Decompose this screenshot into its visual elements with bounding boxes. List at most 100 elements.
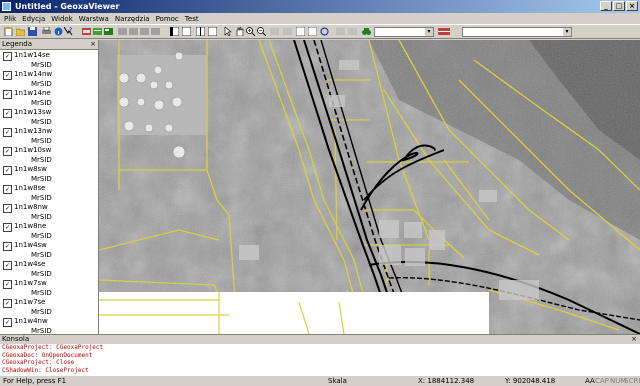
window4-icon[interactable] xyxy=(208,27,217,36)
layer-name: 1n1w14nw xyxy=(14,70,53,78)
open-icon[interactable] xyxy=(16,27,25,36)
layer-checkbox[interactable]: ✓ xyxy=(3,280,12,289)
legend-item[interactable]: ✓ 1n1w8ne MrSID xyxy=(3,222,93,242)
menu-help[interactable]: Pomoc xyxy=(156,15,179,23)
legend-close-icon[interactable]: × xyxy=(90,40,96,49)
help-icon[interactable]: ? xyxy=(64,27,73,36)
layer-type: MrSID xyxy=(31,61,52,69)
maximize-button[interactable]: □ xyxy=(613,1,625,11)
layer-type: MrSID xyxy=(31,213,52,221)
layer-type: MrSID xyxy=(31,251,52,259)
legend-item[interactable]: ✓ 1n1w4nw MrSID xyxy=(3,317,93,334)
layer-type: MrSID xyxy=(31,156,52,164)
window3-icon[interactable] xyxy=(196,27,205,36)
layer-name: 1n1w13nw xyxy=(14,127,53,135)
layer-checkbox[interactable]: ✓ xyxy=(3,204,12,213)
menu-test[interactable]: Test xyxy=(185,15,199,23)
menu-tools[interactable]: Narzędzia xyxy=(115,15,150,23)
legend-header: Legenda × xyxy=(0,40,98,50)
legend-item[interactable]: ✓ 1n1w10sw MrSID xyxy=(3,146,93,166)
layer-name: 1n1w14se xyxy=(14,51,50,59)
legend-item[interactable]: ✓ 1n1w14ne MrSID xyxy=(3,89,93,109)
layer-icon[interactable] xyxy=(82,27,91,36)
layer-checkbox[interactable]: ✓ xyxy=(3,185,12,194)
layer-type: MrSID xyxy=(31,99,52,107)
pan-hand-icon[interactable] xyxy=(235,27,244,36)
grid4-icon[interactable] xyxy=(151,27,160,36)
layer-checkbox[interactable]: ✓ xyxy=(3,242,12,251)
legend-item[interactable]: ✓ 1n1w14se MrSID xyxy=(3,51,93,71)
close-button[interactable]: × xyxy=(626,1,638,11)
layer-down-icon[interactable] xyxy=(308,27,317,36)
info-icon[interactable] xyxy=(54,27,63,36)
legend-item[interactable]: ✓ 1n1w8sw MrSID xyxy=(3,165,93,185)
layer-checkbox[interactable]: ✓ xyxy=(3,71,12,80)
layer-type: MrSID xyxy=(31,118,52,126)
layer-combo[interactable]: ▾ xyxy=(462,27,572,37)
map-view[interactable] xyxy=(99,40,640,334)
menu-file[interactable]: Plik xyxy=(4,15,16,23)
legend-item[interactable]: ✓ 1n1w13nw MrSID xyxy=(3,127,93,147)
layer-name: 1n1w7se xyxy=(14,298,46,306)
legend-item[interactable]: ✓ 1n1w7sw MrSID xyxy=(3,279,93,299)
scale-combo[interactable]: ▾ xyxy=(374,27,434,37)
legend-item[interactable]: ✓ 1n1w4se MrSID xyxy=(3,260,93,280)
grid3-icon[interactable] xyxy=(140,27,149,36)
zoom-extent-icon[interactable] xyxy=(270,27,279,36)
layer-checkbox[interactable]: ✓ xyxy=(3,52,12,61)
legend-item[interactable]: ✓ 1n1w8nw MrSID xyxy=(3,203,93,223)
binoculars-icon[interactable] xyxy=(362,27,371,36)
rotate-icon[interactable] xyxy=(320,27,329,36)
zoom-out-icon[interactable] xyxy=(257,27,266,36)
layer-checkbox[interactable]: ✓ xyxy=(3,166,12,175)
menu-bar: Plik Edycja Widok Warstwa Narzędzia Pomo… xyxy=(0,13,640,24)
console-line: CGeoxaProject: Close xyxy=(2,359,75,366)
flag-icon[interactable] xyxy=(438,27,450,36)
layer-type: MrSID xyxy=(31,80,52,88)
menu-layer[interactable]: Warstwa xyxy=(79,15,109,23)
tool-icon[interactable] xyxy=(336,27,345,36)
legend-item[interactable]: ✓ 1n1w13sw MrSID xyxy=(3,108,93,128)
table-icon[interactable] xyxy=(93,27,102,36)
layer-type: MrSID xyxy=(31,137,52,145)
window2-icon[interactable] xyxy=(182,27,191,36)
aerial-map[interactable] xyxy=(99,40,640,334)
layer-name: 1n1w8ne xyxy=(14,222,47,230)
save-icon[interactable] xyxy=(28,27,37,36)
legend-item[interactable]: ✓ 1n1w7se MrSID xyxy=(3,298,93,318)
console-header: Konsola × xyxy=(0,335,640,344)
grid-icon[interactable] xyxy=(118,27,127,36)
legend-title: Legenda xyxy=(2,40,33,48)
console-close-icon[interactable]: × xyxy=(631,335,637,344)
layer-checkbox[interactable]: ✓ xyxy=(3,128,12,137)
layer-checkbox[interactable]: ✓ xyxy=(3,147,12,156)
layer-name: 1n1w10sw xyxy=(14,146,52,154)
zoom-in-icon[interactable] xyxy=(246,27,255,36)
print-icon[interactable] xyxy=(42,27,51,36)
layer-up-icon[interactable] xyxy=(296,27,305,36)
layer-checkbox[interactable]: ✓ xyxy=(3,299,12,308)
menu-view[interactable]: Widok xyxy=(51,15,73,23)
console-panel: Konsola × CGeoxaProject: CGeoxaProject C… xyxy=(0,334,640,376)
legend-item[interactable]: ✓ 1n1w4sw MrSID xyxy=(3,241,93,261)
select-arrow-icon[interactable] xyxy=(224,27,233,36)
grid2-icon[interactable] xyxy=(129,27,138,36)
refresh-icon[interactable] xyxy=(283,27,292,36)
layer-type: MrSID xyxy=(31,194,52,202)
status-bar: For Help, press F1 Skala X: 1884112.348 … xyxy=(0,375,640,386)
new-icon[interactable] xyxy=(4,27,13,36)
layer-add-icon[interactable] xyxy=(104,27,113,36)
minimize-button[interactable]: _ xyxy=(600,1,612,11)
layer-checkbox[interactable]: ✓ xyxy=(3,90,12,99)
layer-checkbox[interactable]: ✓ xyxy=(3,261,12,270)
window-icon[interactable] xyxy=(170,27,179,36)
legend-item[interactable]: ✓ 1n1w14nw MrSID xyxy=(3,70,93,90)
console-line: CGeoxaProject: CGeoxaProject xyxy=(2,344,104,351)
layer-checkbox[interactable]: ✓ xyxy=(3,223,12,232)
layer-checkbox[interactable]: ✓ xyxy=(3,318,12,327)
layer-checkbox[interactable]: ✓ xyxy=(3,109,12,118)
tool2-icon[interactable] xyxy=(348,27,357,36)
window-title: Untitled - GeoxaViewer xyxy=(15,2,120,11)
menu-edit[interactable]: Edycja xyxy=(22,15,45,23)
legend-item[interactable]: ✓ 1n1w8se MrSID xyxy=(3,184,93,204)
